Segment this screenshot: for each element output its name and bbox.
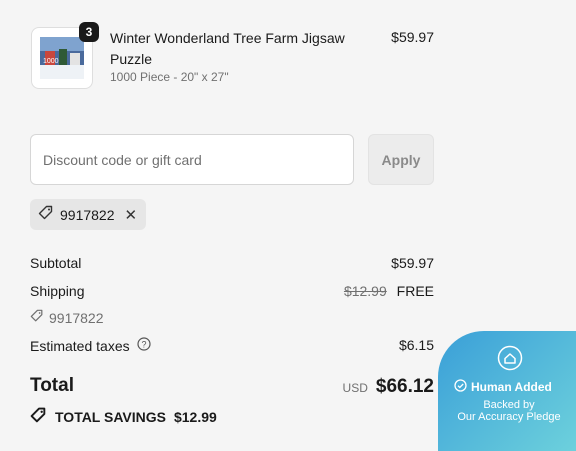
total-value-group: USD $66.12 [343, 376, 434, 398]
shipping-original-price: $12.99 [343, 283, 387, 299]
applied-discount-code: 9917822 [60, 206, 115, 223]
savings-label: TOTAL SAVINGS [55, 409, 166, 425]
puzzle-box-image: 1000 [40, 37, 84, 79]
taxes-label: Estimated taxes [30, 337, 130, 354]
product-price: $59.97 [391, 29, 434, 45]
quantity-badge: 3 [79, 22, 99, 42]
pledge-line-2: Our Accuracy Pledge [457, 411, 561, 423]
svg-text:1000: 1000 [43, 58, 59, 65]
discount-code-input[interactable]: Discount code or gift card [30, 134, 354, 185]
taxes-label-group: Estimated taxes ? [30, 337, 151, 354]
currency-code: USD [342, 381, 368, 395]
check-circle-icon [454, 379, 467, 395]
taxes-value: $6.15 [398, 337, 434, 353]
apply-button[interactable]: Apply [368, 134, 434, 185]
applied-discount-chip: 9917822 ✕ [30, 199, 146, 230]
total-value: $66.12 [375, 376, 434, 397]
shipping-value: FREE [396, 283, 434, 299]
subtotal-label: Subtotal [30, 255, 82, 271]
tag-icon [30, 309, 44, 326]
svg-text:?: ? [141, 340, 146, 350]
subtotal-value: $59.97 [391, 255, 434, 271]
pledge-line-1: Backed by [483, 399, 535, 411]
shipping-discount-code: 9917822 [30, 309, 104, 326]
total-label: Total [30, 375, 74, 396]
remove-discount-icon[interactable]: ✕ [125, 206, 138, 224]
discount-placeholder: Discount code or gift card [43, 151, 202, 168]
shipping-code-text: 9917822 [49, 309, 104, 326]
product-title: Winter Wonderland Tree Farm Jigsaw Puzzl… [110, 30, 345, 67]
pledge-title-row: Human Added [454, 379, 552, 395]
shipping-value-group: $12.99 FREE [344, 283, 434, 299]
savings-value: $12.99 [173, 409, 217, 425]
tag-icon [38, 205, 54, 224]
home-icon [497, 345, 523, 376]
accuracy-pledge-badge[interactable]: Human Added Backed by Our Accuracy Pledg… [438, 331, 576, 451]
help-icon[interactable]: ? [137, 337, 151, 354]
product-variant: 1000 Piece - 20" x 27" [110, 70, 229, 84]
shipping-label: Shipping [30, 283, 85, 299]
total-savings: TOTAL SAVINGS $12.99 [30, 407, 217, 427]
savings-tag-icon [30, 407, 47, 427]
pledge-title: Human Added [471, 380, 552, 394]
